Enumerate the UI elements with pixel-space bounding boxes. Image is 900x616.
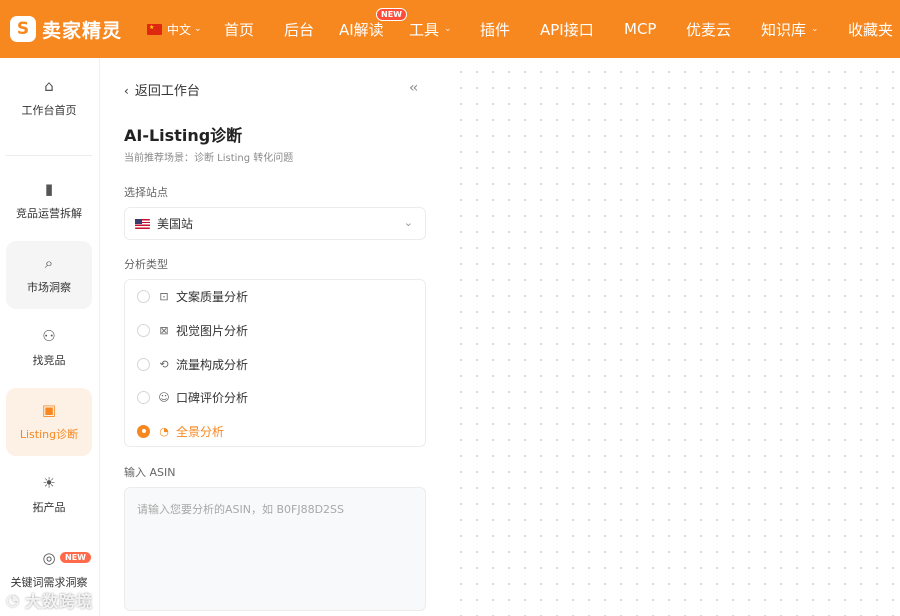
radio-button[interactable] bbox=[137, 289, 150, 303]
result-canvas bbox=[447, 58, 900, 616]
nav-home[interactable]: 首页 bbox=[224, 0, 254, 58]
text-icon: ⊡ bbox=[159, 289, 169, 303]
chevron-left-icon: ‹ bbox=[124, 84, 129, 98]
sidebar-item-label: 找竞品 bbox=[32, 354, 66, 367]
option-label: 流量构成分析 bbox=[176, 357, 249, 372]
analysis-option-visual-images[interactable]: ⊠ 视觉图片分析 bbox=[137, 320, 248, 340]
nav-label: 工具 bbox=[409, 20, 440, 39]
option-label: 全景分析 bbox=[176, 424, 225, 439]
nav-label: API接口 bbox=[540, 20, 594, 39]
new-badge: NEW bbox=[60, 552, 91, 563]
sidebar-item-label: 工作台首页 bbox=[21, 104, 77, 117]
option-label: 视觉图片分析 bbox=[176, 323, 249, 338]
nav-label: 插件 bbox=[480, 20, 511, 39]
nav-youmaiyun[interactable]: 优麦云 bbox=[686, 0, 731, 58]
sidebar-item-expand-products[interactable]: ☀ 拓产品 bbox=[6, 461, 92, 529]
home-icon: ⌂ bbox=[44, 77, 54, 95]
nav-label: 知识库 bbox=[761, 20, 807, 39]
us-flag-icon bbox=[135, 218, 150, 229]
users-icon: ⚇ bbox=[42, 327, 56, 345]
bar-chart-icon: ▮ bbox=[44, 180, 54, 198]
sidebar-item-label: Listing诊断 bbox=[19, 428, 79, 441]
bulb-icon: ☀ bbox=[42, 474, 56, 492]
analysis-option-reviews[interactable]: ☺ 口碑评价分析 bbox=[137, 387, 248, 407]
nav-label: 收藏夹 bbox=[848, 20, 894, 39]
radio-button[interactable] bbox=[137, 390, 150, 404]
panorama-icon: ◔ bbox=[159, 424, 169, 438]
nav-plugins[interactable]: 插件 bbox=[480, 0, 510, 58]
analysis-type-label: 分析类型 bbox=[124, 258, 168, 271]
nav-label: AI解读 bbox=[339, 20, 384, 39]
nav-favorites[interactable]: 收藏夹 bbox=[848, 0, 893, 58]
traffic-icon: ⟲ bbox=[159, 357, 169, 371]
nav-mcp[interactable]: MCP bbox=[624, 0, 656, 58]
sidebar-item-label: 拓产品 bbox=[32, 501, 66, 514]
document-check-icon: ▣ bbox=[41, 401, 57, 419]
nav-label: 后台 bbox=[284, 20, 315, 39]
chevron-down-icon: ⌄ bbox=[444, 24, 452, 34]
nav-label: MCP bbox=[624, 20, 657, 38]
nav-label: 优麦云 bbox=[686, 20, 732, 39]
analysis-option-panorama[interactable]: ◔ 全景分析 bbox=[137, 421, 224, 441]
analysis-type-group: ⊡ 文案质量分析 ⊠ 视觉图片分析 ⟲ 流量构成分析 ☺ 口碑评价分析 ◔ 全景… bbox=[124, 279, 426, 447]
option-label: 文案质量分析 bbox=[176, 289, 249, 304]
site-select-value: 美国站 bbox=[157, 217, 194, 231]
watermark-logo-icon: ◔ bbox=[6, 591, 21, 609]
image-icon: ⊠ bbox=[159, 323, 169, 337]
china-flag-icon bbox=[147, 23, 162, 35]
collapse-panel-icon[interactable]: ‹‹ bbox=[409, 80, 418, 96]
listing-diagnosis-panel: ‹ 返回工作台 ‹‹ AI-Listing诊断 当前推荐场景：诊断 Listing… bbox=[101, 58, 447, 616]
chevron-down-icon: ⌄ bbox=[403, 216, 413, 229]
site-select[interactable]: 美国站 ⌄ bbox=[124, 207, 426, 240]
sidebar-item-competitor-ops[interactable]: ▮ 竞品运营拆解 bbox=[6, 167, 92, 235]
radio-button[interactable] bbox=[137, 323, 150, 337]
top-nav-bar: S 卖家精灵 中文 ⌄ 首页 后台 AI解读 NEW 工具⌄ 插件 API接口 … bbox=[0, 0, 900, 58]
search-icon: ⌕ bbox=[44, 254, 54, 272]
sidebar-item-label: 竞品运营拆解 bbox=[16, 207, 82, 220]
sidebar-item-workspace-home[interactable]: ⌂ 工作台首页 bbox=[6, 64, 92, 132]
back-label: 返回工作台 bbox=[134, 84, 200, 99]
sidebar-item-market-insight[interactable]: ⌕ 市场洞察 bbox=[6, 241, 92, 309]
sidebar-item-find-competitors[interactable]: ⚇ 找竞品 bbox=[6, 314, 92, 382]
option-label: 口碑评价分析 bbox=[176, 390, 249, 405]
target-icon: ◎ bbox=[42, 549, 56, 567]
watermark-text: 大数跨境 bbox=[25, 592, 94, 611]
nav-backend[interactable]: 后台 bbox=[284, 0, 314, 58]
nav-tools[interactable]: 工具 ⌄ bbox=[409, 0, 452, 58]
language-selector[interactable]: 中文 ⌄ bbox=[147, 21, 207, 38]
nav-ai-interpret[interactable]: AI解读 bbox=[339, 0, 384, 58]
back-to-workspace-link[interactable]: ‹ 返回工作台 bbox=[124, 80, 200, 99]
sidebar-item-listing-diagnosis[interactable]: ▣ Listing诊断 bbox=[6, 388, 92, 456]
workspace-sidebar: ⌂ 工作台首页 ▮ 竞品运营拆解 ⌕ 市场洞察 ⚇ 找竞品 ▣ Listing诊… bbox=[0, 58, 100, 616]
watermark: ◔ 大数跨境 bbox=[6, 588, 93, 612]
analysis-option-traffic[interactable]: ⟲ 流量构成分析 bbox=[137, 354, 248, 374]
new-badge: NEW bbox=[376, 8, 407, 21]
review-icon: ☺ bbox=[158, 390, 170, 404]
brand-name: 卖家精灵 bbox=[42, 19, 123, 42]
asin-label: 输入 ASIN bbox=[124, 466, 176, 479]
sidebar-divider bbox=[6, 155, 92, 156]
nav-api[interactable]: API接口 bbox=[540, 0, 594, 58]
site-label: 选择站点 bbox=[124, 186, 168, 199]
chevron-down-icon: ⌄ bbox=[194, 24, 202, 34]
chevron-down-icon: ⌄ bbox=[811, 24, 819, 34]
analysis-option-copy-quality[interactable]: ⊡ 文案质量分析 bbox=[137, 286, 248, 306]
page-subtitle: 当前推荐场景：诊断 Listing 转化问题 bbox=[124, 153, 294, 164]
asin-input[interactable] bbox=[125, 488, 425, 610]
language-label: 中文 bbox=[167, 22, 192, 37]
nav-knowledge-base[interactable]: 知识库 ⌄ bbox=[761, 0, 819, 58]
radio-button[interactable] bbox=[137, 357, 150, 371]
sidebar-item-label: 市场洞察 bbox=[27, 281, 71, 294]
logo-icon: S bbox=[10, 16, 36, 42]
asin-input-box bbox=[124, 487, 426, 611]
brand-logo[interactable]: S 卖家精灵 bbox=[10, 16, 132, 43]
page-title: AI-Listing诊断 bbox=[124, 126, 243, 145]
radio-button-checked[interactable] bbox=[137, 424, 150, 438]
nav-label: 首页 bbox=[224, 20, 255, 39]
